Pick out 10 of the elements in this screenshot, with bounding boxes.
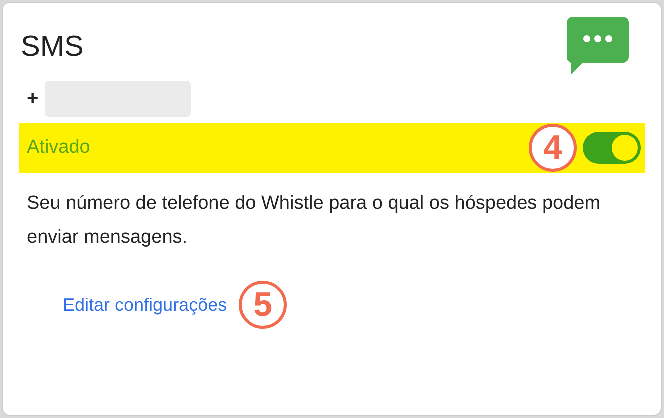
status-label: Ativado [27,136,90,160]
card-title: SMS [21,33,84,62]
edit-settings-link[interactable]: Editar configurações [63,292,228,318]
phone-prefix: + [27,87,39,112]
toggle-knob [612,135,638,161]
callout-badge: 5 [239,281,288,329]
chat-icon [567,17,629,77]
toggle-switch[interactable] [583,132,641,164]
callout-badge: 4 [529,124,577,172]
description-text: Seu número de telefone do Whistle para o qual os hóspedes podem enviar mensagens. [26,192,602,250]
